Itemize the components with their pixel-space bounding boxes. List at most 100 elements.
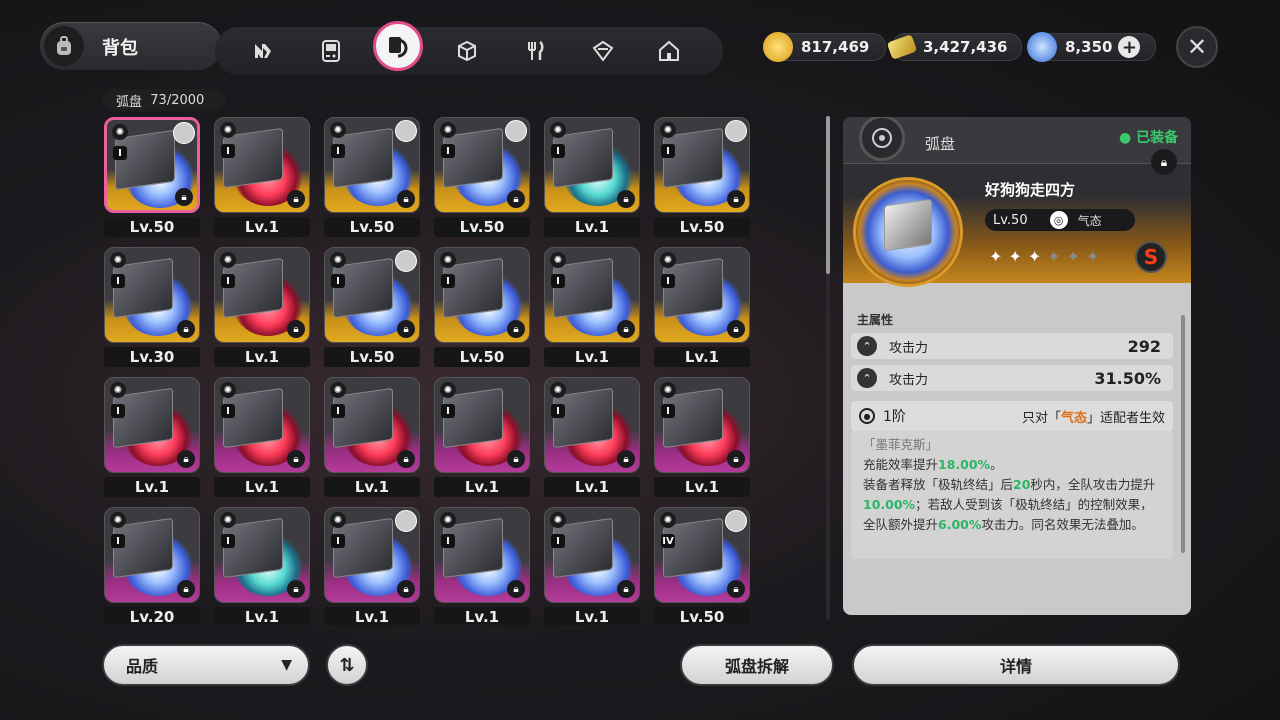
lock-icon: 🔒︎ bbox=[397, 190, 415, 208]
disc-item[interactable]: ✺ I 🔒︎ Lv.1 bbox=[214, 247, 310, 371]
disc-item[interactable]: ✺ I 🔒︎ Lv.1 bbox=[214, 507, 310, 625]
lock-icon: 🔒︎ bbox=[397, 320, 415, 338]
lock-icon: 🔒︎ bbox=[397, 580, 415, 598]
tab-home-icon[interactable] bbox=[649, 31, 689, 71]
disc-item[interactable]: ✺ I 🔒︎ Lv.1 bbox=[214, 117, 310, 241]
tab-cube-icon[interactable] bbox=[447, 31, 487, 71]
effect-text: 秒内，全队攻击力提升 bbox=[1030, 477, 1156, 492]
lock-icon: 🔒︎ bbox=[617, 320, 635, 338]
effect-line: 装备者释放「极轨终结」后20秒内，全队攻击力提升10.00%；若敌人受到该「极轨… bbox=[863, 475, 1163, 535]
category-tabs bbox=[215, 21, 723, 75]
backpack-header: 背包 bbox=[40, 22, 222, 70]
lock-icon: 🔒︎ bbox=[507, 190, 525, 208]
disc-item[interactable]: ✺ I 🔒︎ Lv.1 bbox=[434, 377, 530, 501]
disc-item[interactable]: ✺ I 🔒︎ Lv.1 bbox=[544, 507, 640, 625]
disc-item[interactable]: ✺ I 🔒︎ Lv.1 bbox=[544, 247, 640, 371]
disc-card[interactable]: ✺ I 🔒︎ bbox=[214, 247, 310, 343]
disc-card[interactable]: ✺ I 🔒︎ bbox=[654, 377, 750, 473]
disc-card[interactable]: ✺ I 🔒︎ bbox=[544, 377, 640, 473]
close-button[interactable]: ✕ bbox=[1176, 26, 1218, 68]
disc-card[interactable]: ✺ I 🔒︎ bbox=[434, 507, 530, 603]
disc-card[interactable]: ✺ I 🔒︎ bbox=[544, 117, 640, 213]
attribute-icon: ✺ bbox=[110, 512, 126, 528]
disc-item[interactable]: ✺ I 🔒︎ Lv.1 bbox=[654, 377, 750, 501]
stat-row: ⌃ 攻击力 31.50% bbox=[851, 365, 1173, 391]
disc-level: Lv.1 bbox=[544, 477, 640, 497]
disc-item[interactable]: ✺ I 🔒︎ Lv.20 bbox=[104, 507, 200, 625]
detail-header: 弧盘 ● 已装备 🔒︎ 好狗狗走四方 Lv.50 ◎ 气态 ✦✦✦✦✦✦ S bbox=[843, 117, 1191, 287]
attribute-icon: ✺ bbox=[220, 252, 236, 268]
disc-card[interactable]: ✺ I 🔒︎ bbox=[324, 117, 420, 213]
attack-icon: ⌃ bbox=[857, 368, 877, 388]
disc-card[interactable]: ✺ I 🔒︎ bbox=[214, 377, 310, 473]
grid-scrollbar-thumb[interactable] bbox=[826, 116, 830, 274]
disc-item[interactable]: ✺ I 🔒︎ Lv.1 bbox=[324, 377, 420, 501]
disc-item[interactable]: ✺ I 🔒︎ Lv.1 bbox=[324, 507, 420, 625]
disc-card[interactable]: ✺ I 🔒︎ bbox=[654, 117, 750, 213]
disc-card[interactable]: ✺ I 🔒︎ bbox=[214, 507, 310, 603]
disc-item[interactable]: ✺ I 🔒︎ Lv.1 bbox=[544, 117, 640, 241]
disc-card[interactable]: ✺ I 🔒︎ bbox=[104, 377, 200, 473]
disc-card[interactable]: ✺ I 🔒︎ bbox=[104, 117, 200, 213]
disc-card[interactable]: ✺ I 🔒︎ bbox=[104, 247, 200, 343]
disc-card[interactable]: ✺ I 🔒︎ bbox=[654, 247, 750, 343]
attribute-icon: ✺ bbox=[550, 252, 566, 268]
disc-item[interactable]: ✺ I 🔒︎ Lv.1 bbox=[104, 377, 200, 501]
disc-item[interactable]: ✺ I 🔒︎ Lv.50 bbox=[104, 117, 200, 241]
attribute-icon: ✺ bbox=[440, 512, 456, 528]
disc-card[interactable]: ✺ I 🔒︎ bbox=[324, 247, 420, 343]
dismantle-button[interactable]: 弧盘拆解 bbox=[680, 644, 834, 686]
detail-lock-button[interactable]: 🔒︎ bbox=[1151, 149, 1177, 175]
disc-card[interactable]: ✺ I 🔒︎ bbox=[434, 247, 530, 343]
disc-item[interactable]: ✺ I 🔒︎ Lv.1 bbox=[654, 247, 750, 371]
disc-item[interactable]: ✺ I 🔒︎ Lv.1 bbox=[544, 377, 640, 501]
disc-item[interactable]: ✺ I 🔒︎ Lv.50 bbox=[434, 247, 530, 371]
disc-item[interactable]: ✺ I 🔒︎ Lv.50 bbox=[324, 247, 420, 371]
disc-item[interactable]: ✺ I 🔒︎ Lv.1 bbox=[434, 507, 530, 625]
disc-card[interactable]: ✺ I 🔒︎ bbox=[214, 117, 310, 213]
disc-item[interactable]: ✺ I 🔒︎ Lv.30 bbox=[104, 247, 200, 371]
detail-button[interactable]: 详情 bbox=[852, 644, 1180, 686]
rank-badge: I bbox=[551, 404, 565, 418]
disc-item[interactable]: ✺ IV 🔒︎ Lv.50 bbox=[654, 507, 750, 625]
lock-icon: 🔒︎ bbox=[175, 188, 193, 206]
attribute-icon: ✺ bbox=[330, 122, 346, 138]
sort-order-button[interactable]: ⇅ bbox=[326, 644, 368, 686]
disc-card[interactable]: ✺ I 🔒︎ bbox=[434, 377, 530, 473]
disc-card[interactable]: ✺ I 🔒︎ bbox=[324, 507, 420, 603]
lock-icon: 🔒︎ bbox=[177, 450, 195, 468]
disc-card[interactable]: ✺ I 🔒︎ bbox=[324, 377, 420, 473]
lock-icon: 🔒︎ bbox=[287, 190, 305, 208]
attribute-icon: ✺ bbox=[550, 122, 566, 138]
attribute-icon: ✺ bbox=[220, 512, 236, 528]
attribute-icon: ✺ bbox=[660, 512, 676, 528]
add-crystal-button[interactable]: + bbox=[1118, 36, 1141, 58]
disc-card[interactable]: ✺ I 🔒︎ bbox=[544, 507, 640, 603]
disc-item[interactable]: ✺ I 🔒︎ Lv.50 bbox=[324, 117, 420, 241]
rank-badge: I bbox=[331, 144, 345, 158]
disc-item[interactable]: ✺ I 🔒︎ Lv.50 bbox=[654, 117, 750, 241]
disc-category-icon bbox=[859, 117, 905, 161]
disc-card[interactable]: ✺ IV 🔒︎ bbox=[654, 507, 750, 603]
rank-badge: I bbox=[111, 404, 125, 418]
sort-dropdown[interactable]: 品质 ▼ bbox=[102, 644, 310, 686]
tab-drive-icon[interactable] bbox=[583, 31, 623, 71]
detail-scrollbar[interactable] bbox=[1181, 315, 1185, 553]
grid-scrollbar[interactable] bbox=[826, 116, 830, 620]
disc-level: Lv.1 bbox=[654, 477, 750, 497]
tab-fork-knife-icon[interactable] bbox=[515, 31, 555, 71]
disc-item[interactable]: ✺ I 🔒︎ Lv.50 bbox=[434, 117, 530, 241]
stat-name: 攻击力 bbox=[889, 340, 929, 356]
disc-card[interactable]: ✺ I 🔒︎ bbox=[544, 247, 640, 343]
chevron-down-icon: ▼ bbox=[281, 657, 292, 673]
disc-level: Lv.50 bbox=[993, 212, 1028, 228]
disc-card[interactable]: ✺ I 🔒︎ bbox=[104, 507, 200, 603]
tab-gameboy-icon[interactable] bbox=[311, 31, 351, 71]
tab-n-icon[interactable] bbox=[243, 31, 283, 71]
ether-attribute-icon: ◎ bbox=[1049, 211, 1068, 229]
effect-text: 装备者释放「极轨终结」后 bbox=[863, 477, 1014, 492]
disc-level-attr: Lv.50 ◎ 气态 bbox=[985, 209, 1135, 231]
tab-disc-case-icon[interactable] bbox=[373, 21, 423, 71]
disc-item[interactable]: ✺ I 🔒︎ Lv.1 bbox=[214, 377, 310, 501]
disc-card[interactable]: ✺ I 🔒︎ bbox=[434, 117, 530, 213]
